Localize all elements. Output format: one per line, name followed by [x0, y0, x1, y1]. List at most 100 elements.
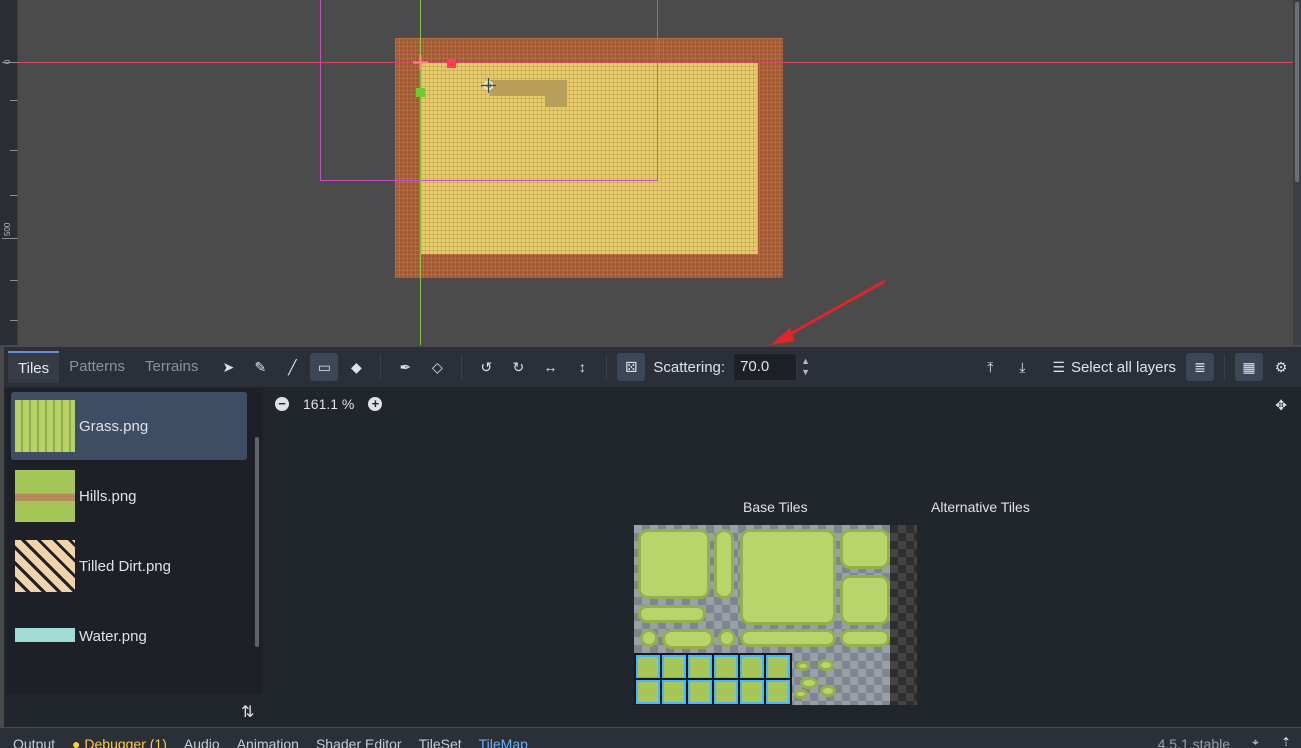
- spin-down-icon[interactable]: ▼: [801, 367, 810, 378]
- viewport-scrollbar[interactable]: [1293, 0, 1301, 345]
- atlas-tile[interactable]: [800, 677, 818, 689]
- selected-tile[interactable]: [712, 678, 740, 705]
- selected-tile[interactable]: [738, 653, 766, 681]
- tab-shader-editor[interactable]: Shader Editor: [316, 728, 402, 748]
- vertical-ruler: 0 500: [0, 0, 18, 345]
- atlas-tile[interactable]: [740, 529, 836, 625]
- tileset-sources-list: Grass.png Hills.png Tilled Dirt.png Wate…: [7, 389, 263, 694]
- atlas-tile[interactable]: [714, 529, 734, 599]
- selected-tile[interactable]: [660, 678, 688, 705]
- separator: [1224, 355, 1225, 379]
- tab-audio[interactable]: Audio: [184, 728, 220, 748]
- atlas-view[interactable]: − 161.1 % + ✥ Base Tiles Alternative Til…: [267, 389, 1299, 725]
- editor-window: 0 500 Tiles Patterns Terrains ➤ ✎ ╱ ▭ ◆ …: [0, 0, 1301, 748]
- red-marker[interactable]: [447, 59, 456, 68]
- x-axis-line: [18, 62, 1293, 63]
- selected-tile[interactable]: [634, 653, 662, 681]
- tab-terrains[interactable]: Terrains: [135, 351, 208, 383]
- select-icon[interactable]: ➤: [214, 353, 242, 381]
- grass-thumbnail: [15, 400, 75, 452]
- selected-tile[interactable]: [660, 653, 688, 681]
- scattering-spinner[interactable]: ▲ ▼: [801, 356, 810, 378]
- sources-scrollbar[interactable]: [255, 437, 259, 647]
- zoom-controls: − 161.1 % +: [275, 396, 383, 412]
- eraser-icon[interactable]: ◇: [423, 353, 451, 381]
- atlas-tile[interactable]: [840, 529, 890, 569]
- scattering-input[interactable]: 70.0: [733, 353, 798, 381]
- tab-output[interactable]: Output: [13, 728, 55, 748]
- ruler-tick: [10, 100, 18, 101]
- tab-tilemap[interactable]: TileMap: [479, 728, 528, 748]
- tab-tileset[interactable]: TileSet: [419, 728, 462, 748]
- ruler-tick: [10, 320, 18, 321]
- random-tile-icon[interactable]: ⚄: [617, 353, 646, 381]
- origin-icon: [413, 55, 428, 70]
- atlas-tile[interactable]: [718, 629, 736, 647]
- atlas-tile[interactable]: [840, 575, 890, 625]
- tab-animation[interactable]: Animation: [237, 728, 299, 748]
- expand-icon[interactable]: ⇡: [1281, 735, 1291, 748]
- center-view-icon[interactable]: ✥: [1275, 397, 1287, 414]
- debugger-label: Debugger (1): [84, 736, 167, 748]
- zoom-out-icon[interactable]: −: [275, 397, 289, 411]
- picker-icon[interactable]: ✒: [391, 353, 419, 381]
- hills-thumbnail: [15, 470, 75, 522]
- select-all-layers-button[interactable]: ☰ Select all layers: [1052, 359, 1176, 376]
- selected-tile[interactable]: [686, 678, 714, 705]
- atlas-tile[interactable]: [638, 605, 706, 623]
- atlas-tile[interactable]: [662, 629, 714, 649]
- atlas-tile[interactable]: [638, 529, 710, 599]
- tilemap-toolbar: Tiles Patterns Terrains ➤ ✎ ╱ ▭ ◆ ✒ ◇ ↺ …: [4, 347, 1301, 387]
- atlas-tile[interactable]: [640, 629, 658, 647]
- selected-tile[interactable]: [634, 678, 662, 705]
- selected-tile[interactable]: [738, 678, 766, 705]
- atlas-tile[interactable]: [840, 629, 890, 647]
- select-all-layers-label: Select all layers: [1070, 358, 1176, 376]
- selected-tile[interactable]: [764, 653, 792, 681]
- layer-down-icon[interactable]: ⤓: [1008, 353, 1036, 381]
- flip-h-icon[interactable]: ↔: [536, 353, 564, 381]
- source-item-grass[interactable]: Grass.png: [11, 392, 247, 460]
- atlas-tile[interactable]: [794, 689, 808, 699]
- tab-tiles[interactable]: Tiles: [8, 351, 60, 383]
- source-item-water[interactable]: Water.png: [11, 602, 247, 670]
- green-marker[interactable]: [416, 88, 425, 97]
- water-thumbnail: [15, 610, 75, 662]
- separator: [606, 355, 608, 379]
- selected-tile[interactable]: [686, 653, 714, 681]
- selected-tile[interactable]: [764, 678, 792, 705]
- line-icon[interactable]: ╱: [278, 353, 306, 381]
- layer-up-icon[interactable]: ⤒: [976, 353, 1004, 381]
- tab-patterns[interactable]: Patterns: [59, 351, 135, 383]
- bottom-panel-tabs: Output ● Debugger (1) Audio Animation Sh…: [0, 728, 1301, 748]
- paint-icon[interactable]: ✎: [246, 353, 274, 381]
- sort-icon[interactable]: ⇅: [241, 702, 254, 722]
- zoom-level[interactable]: 161.1 %: [303, 396, 354, 412]
- atlas-tile[interactable]: [818, 659, 834, 671]
- source-item-hills[interactable]: Hills.png: [11, 462, 247, 530]
- spin-up-icon[interactable]: ▲: [801, 356, 810, 367]
- flip-v-icon[interactable]: ↕: [568, 353, 596, 381]
- tab-debugger[interactable]: ● Debugger (1): [72, 728, 167, 748]
- scrollbar-thumb[interactable]: [1295, 2, 1299, 182]
- source-label: Hills.png: [79, 487, 137, 505]
- tile-settings-icon[interactable]: ⚙: [1267, 353, 1295, 381]
- selected-tile[interactable]: [712, 653, 740, 681]
- rotate-left-icon[interactable]: ↺: [472, 353, 500, 381]
- rotate-right-icon[interactable]: ↻: [504, 353, 532, 381]
- rect-icon[interactable]: ▭: [310, 353, 339, 381]
- canvas-viewport[interactable]: 0 500: [0, 0, 1301, 345]
- atlas-tile[interactable]: [820, 685, 836, 697]
- atlas-tile[interactable]: [796, 661, 810, 671]
- source-item-tilled-dirt[interactable]: Tilled Dirt.png: [11, 532, 247, 600]
- zoom-in-icon[interactable]: +: [368, 397, 383, 411]
- node-pivot-icon[interactable]: [481, 78, 496, 93]
- atlas-tile[interactable]: [740, 629, 836, 647]
- bucket-icon[interactable]: ◆: [342, 353, 370, 381]
- annotation-arrow: [770, 279, 886, 345]
- tilled-dirt-thumbnail: [15, 540, 75, 592]
- atlas-texture[interactable]: [634, 525, 917, 705]
- grid-icon[interactable]: ▦: [1235, 353, 1263, 381]
- pin-icon[interactable]: ⌖: [1252, 735, 1259, 748]
- highlight-layer-icon[interactable]: ≣: [1186, 353, 1214, 381]
